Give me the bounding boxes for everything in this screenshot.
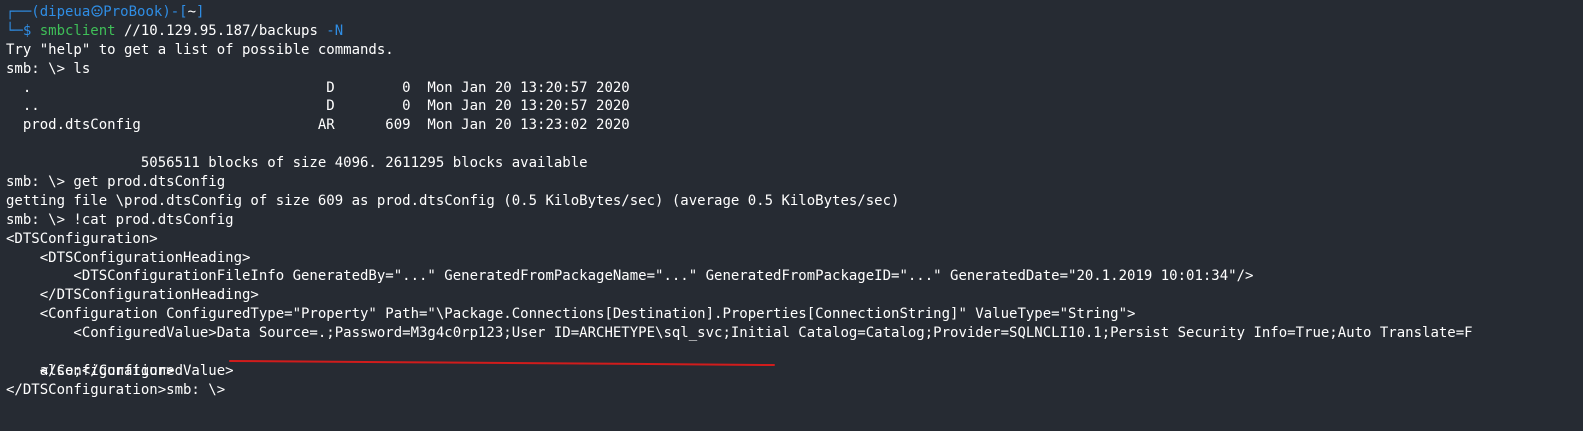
output-line: smb: \> !cat prod.dtsConfig — [6, 211, 234, 228]
command-target: //10.129.95.187/backups — [115, 22, 327, 39]
output-line: <Configuration ConfiguredType="Property"… — [6, 306, 1136, 323]
output-line: .. D 0 Mon Jan 20 13:20:57 2020 — [6, 98, 630, 115]
skull-icon — [90, 3, 103, 22]
output-line: </DTSConfigurationHeading> — [6, 287, 259, 304]
prompt-box-mid: )-[ — [162, 4, 188, 20]
prompt-box-close: ] — [196, 4, 205, 20]
command-flag: -N — [326, 22, 344, 39]
prompt-box-bottom: └─ — [6, 22, 23, 39]
prompt-dollar: $ — [22, 22, 40, 39]
output-line: <DTSConfiguration> — [6, 230, 158, 247]
output-line: smb: \> get prod.dtsConfig — [6, 174, 226, 191]
prompt-line-top: ┌──(dipeua ProBook)-[~] — [6, 3, 1583, 22]
prompt-cwd: ~ — [187, 4, 197, 20]
output-line: <DTSConfigurationFileInfo GeneratedBy=".… — [6, 268, 1254, 285]
command-name: smbclient — [39, 22, 116, 39]
command-line: └─$ smbclient //10.129.95.187/backups -N — [6, 22, 1583, 41]
output-line: <DTSConfigurationHeading> — [6, 249, 251, 266]
prompt-box-open: ┌──( — [6, 4, 40, 20]
output-line-configured-value: <ConfiguredValue>Data Source=.;Password=… — [6, 325, 1473, 342]
prompt-user: dipeua — [39, 4, 91, 20]
prompt-host: ProBook — [103, 4, 163, 20]
output-line: </Configuration> — [6, 362, 175, 379]
terminal-window[interactable]: ┌──(dipeua ProBook)-[~] └─$ smbclient //1… — [0, 0, 1583, 431]
output-line: prod.dtsConfig AR 609 Mon Jan 20 13:23:0… — [6, 117, 630, 134]
output-line: </DTSConfiguration>smb: \> — [6, 381, 226, 398]
output-line: . D 0 Mon Jan 20 13:20:57 2020 — [6, 79, 630, 96]
output-line: 5056511 blocks of size 4096. 2611295 blo… — [6, 155, 588, 172]
output-line: Try "help" to get a list of possible com… — [6, 41, 394, 58]
output-line: getting file \prod.dtsConfig of size 609… — [6, 192, 900, 209]
output-line: smb: \> ls — [6, 60, 91, 77]
output-line-configured-value-wrap: alse;</ConfiguredValue> — [6, 343, 1583, 379]
